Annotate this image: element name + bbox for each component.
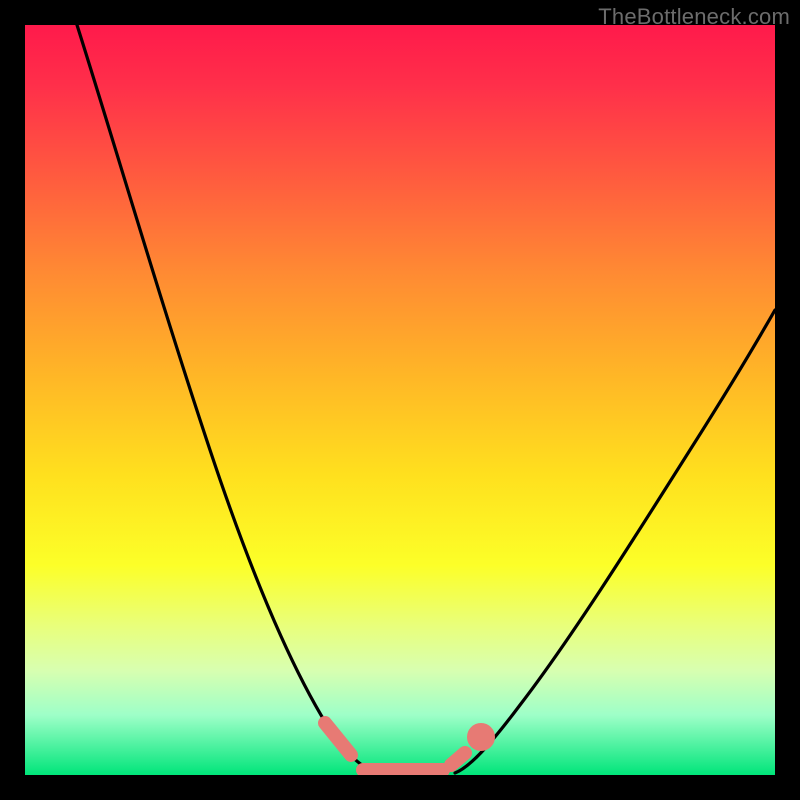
- bottleneck-curve-left: [77, 25, 377, 773]
- chart-frame: TheBottleneck.com: [0, 0, 800, 800]
- bottleneck-curve-right: [455, 310, 775, 773]
- watermark-text: TheBottleneck.com: [598, 4, 790, 30]
- optimum-band: [325, 723, 488, 770]
- plot-area: [25, 25, 775, 775]
- curve-layer: [25, 25, 775, 775]
